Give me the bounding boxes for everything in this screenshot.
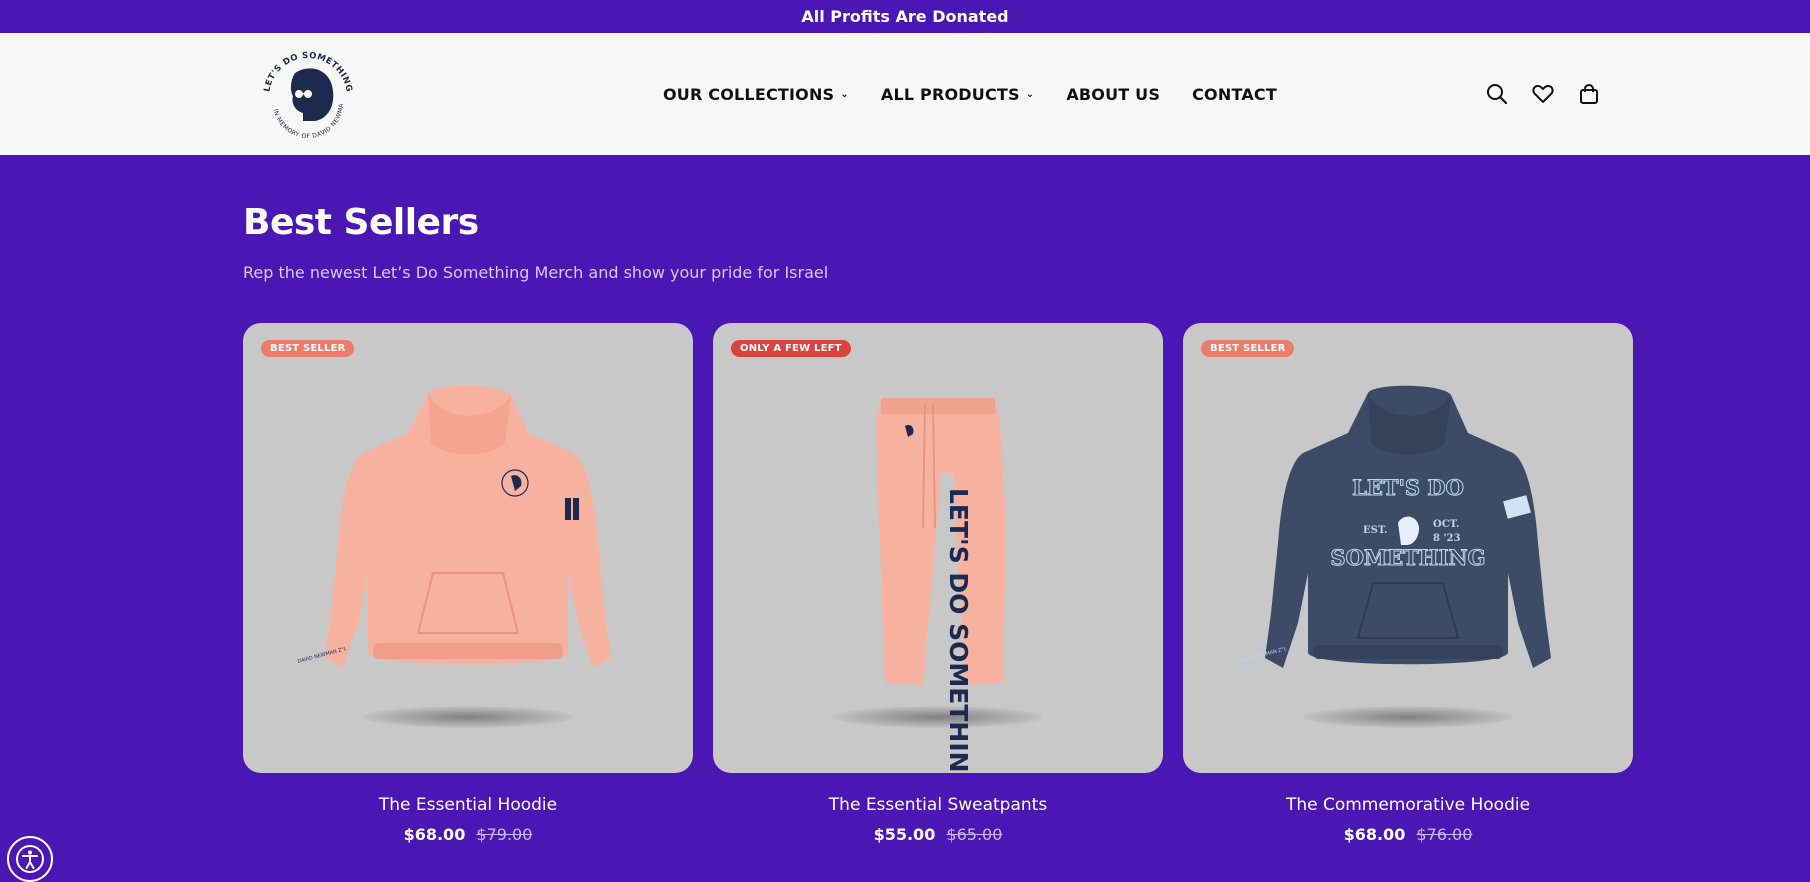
- product-card[interactable]: BEST SELLER LET'S DO EST. OCT. 8 '23 SOM…: [1183, 323, 1633, 844]
- current-price: $68.00: [403, 825, 466, 844]
- product-image[interactable]: BEST SELLER DAVID NEWMAN Z"L: [243, 323, 693, 773]
- header-actions: [1486, 33, 1600, 155]
- chevron-down-icon: ⌄: [840, 88, 849, 100]
- current-price: $68.00: [1343, 825, 1406, 844]
- brand-logo[interactable]: LET'S DO SOMETHING IN MEMORY OF DAVID NE…: [253, 36, 361, 147]
- sweatpants-image: LET'S DO SOMETHING.: [876, 398, 1006, 773]
- svg-text:LET'S DO SOMETHING.: LET'S DO SOMETHING.: [944, 488, 973, 773]
- bag-icon[interactable]: [1578, 83, 1600, 105]
- svg-text:OCT.: OCT.: [1433, 519, 1459, 530]
- svg-text:8 '23: 8 '23: [1433, 533, 1460, 544]
- svg-text:EST.: EST.: [1363, 525, 1387, 536]
- best-sellers-section: Best Sellers Rep the newest Let’s Do Som…: [0, 202, 1810, 844]
- hoodie-image: DAVID NEWMAN Z"L: [297, 385, 611, 668]
- announcement-bar: All Profits Are Donated: [0, 0, 1810, 33]
- nav-our-collections[interactable]: OUR COLLECTIONS ⌄: [663, 85, 849, 104]
- announcement-text: All Profits Are Donated: [801, 7, 1009, 26]
- section-subtitle: Rep the newest Let’s Do Something Merch …: [243, 263, 829, 282]
- section-title: Best Sellers: [243, 202, 479, 243]
- site-header: LET'S DO SOMETHING IN MEMORY OF DAVID NE…: [0, 33, 1810, 155]
- product-name[interactable]: The Essential Hoodie: [243, 795, 693, 815]
- accessibility-button[interactable]: [7, 836, 53, 882]
- product-name[interactable]: The Commemorative Hoodie: [1183, 795, 1633, 815]
- nav-label: OUR COLLECTIONS: [663, 84, 835, 104]
- svg-text:SOMETHING: SOMETHING: [1330, 545, 1485, 570]
- svg-text:LET'S DO: LET'S DO: [1352, 475, 1464, 500]
- product-price: $68.00 $76.00: [1183, 825, 1633, 844]
- nav-contact[interactable]: CONTACT: [1192, 85, 1277, 104]
- product-grid: BEST SELLER DAVID NEWMAN Z"L The Essenti…: [243, 323, 1810, 844]
- product-price: $68.00 $79.00: [243, 825, 693, 844]
- current-price: $55.00: [873, 825, 936, 844]
- nav-about-us[interactable]: ABOUT US: [1066, 85, 1160, 104]
- accessibility-icon: [16, 845, 44, 873]
- product-card[interactable]: ONLY A FEW LEFT LET'S DO SOMETHING. The …: [713, 323, 1163, 844]
- heart-icon[interactable]: [1532, 83, 1554, 105]
- nav-label: CONTACT: [1192, 84, 1277, 104]
- product-name[interactable]: The Essential Sweatpants: [713, 795, 1163, 815]
- compare-price: $76.00: [1416, 825, 1473, 844]
- hoodie-image: LET'S DO EST. OCT. 8 '23 SOMETHING DAVID…: [1237, 385, 1551, 668]
- compare-price: $65.00: [946, 825, 1003, 844]
- main-nav: OUR COLLECTIONS ⌄ ALL PRODUCTS ⌄ ABOUT U…: [663, 33, 1277, 155]
- product-image[interactable]: BEST SELLER LET'S DO EST. OCT. 8 '23 SOM…: [1183, 323, 1633, 773]
- nav-all-products[interactable]: ALL PRODUCTS ⌄: [881, 85, 1034, 104]
- product-price: $55.00 $65.00: [713, 825, 1163, 844]
- chevron-down-icon: ⌄: [1025, 88, 1035, 100]
- product-image[interactable]: ONLY A FEW LEFT LET'S DO SOMETHING.: [713, 323, 1163, 773]
- compare-price: $79.00: [476, 825, 533, 844]
- product-card[interactable]: BEST SELLER DAVID NEWMAN Z"L The Essenti…: [243, 323, 693, 844]
- search-icon[interactable]: [1486, 83, 1508, 105]
- nav-label: ALL PRODUCTS: [880, 84, 1020, 104]
- nav-label: ABOUT US: [1066, 84, 1161, 104]
